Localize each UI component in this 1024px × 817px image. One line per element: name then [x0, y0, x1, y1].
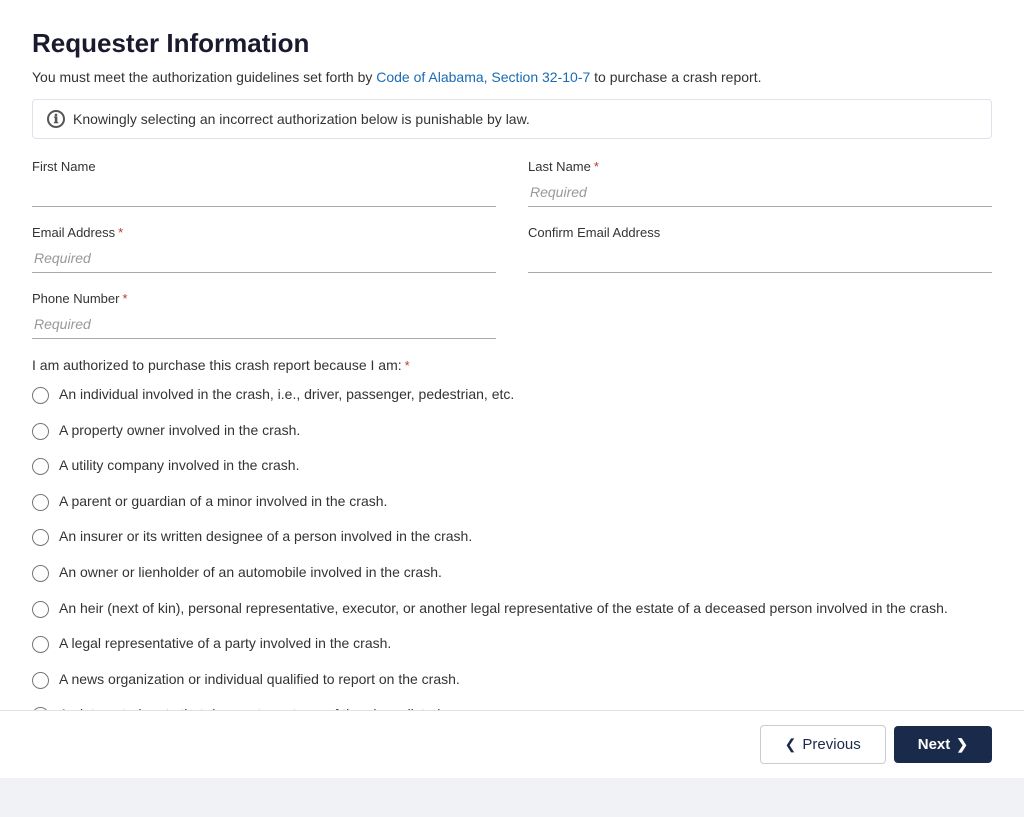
last-name-group: Last Name*	[528, 159, 992, 207]
radio-label-8: A news organization or individual qualif…	[59, 670, 460, 690]
previous-button[interactable]: ❮ Previous	[760, 725, 886, 764]
radio-input-2[interactable]	[32, 458, 49, 475]
previous-label: Previous	[802, 736, 860, 753]
intro-text: You must meet the authorization guidelin…	[32, 69, 992, 85]
radio-label-1: A property owner involved in the crash.	[59, 421, 300, 441]
radio-label-5: An owner or lienholder of an automobile …	[59, 563, 442, 583]
radio-input-0[interactable]	[32, 387, 49, 404]
email-input[interactable]	[32, 244, 496, 273]
radio-input-6[interactable]	[32, 601, 49, 618]
radio-input-5[interactable]	[32, 565, 49, 582]
first-name-group: First Name	[32, 159, 496, 207]
email-required: *	[118, 225, 123, 240]
confirm-email-group: Confirm Email Address	[528, 225, 992, 273]
authorization-radio-group: An individual involved in the crash, i.e…	[32, 385, 992, 729]
email-group: Email Address*	[32, 225, 496, 273]
radio-input-7[interactable]	[32, 636, 49, 653]
radio-input-3[interactable]	[32, 494, 49, 511]
last-name-required: *	[594, 159, 599, 174]
info-banner-text: Knowingly selecting an incorrect authori…	[73, 111, 530, 127]
radio-label-3: A parent or guardian of a minor involved…	[59, 492, 387, 512]
confirm-email-label: Confirm Email Address	[528, 225, 992, 240]
phone-required: *	[122, 291, 127, 306]
radio-label-0: An individual involved in the crash, i.e…	[59, 385, 514, 405]
radio-item[interactable]: An heir (next of kin), personal represen…	[32, 599, 992, 623]
radio-label-4: An insurer or its written designee of a …	[59, 527, 472, 547]
next-chevron-icon: ❯	[956, 736, 968, 753]
last-name-input[interactable]	[528, 178, 992, 207]
info-banner: ℹ Knowingly selecting an incorrect autho…	[32, 99, 992, 139]
next-label: Next	[918, 736, 951, 753]
radio-item[interactable]: An individual involved in the crash, i.e…	[32, 385, 992, 409]
last-name-label: Last Name*	[528, 159, 992, 174]
radio-item[interactable]: A utility company involved in the crash.	[32, 456, 992, 480]
radio-label-2: A utility company involved in the crash.	[59, 456, 299, 476]
page-title: Requester Information	[32, 28, 992, 59]
authorization-label: I am authorized to purchase this crash r…	[32, 357, 992, 373]
radio-label-7: A legal representative of a party involv…	[59, 634, 391, 654]
radio-label-6: An heir (next of kin), personal represen…	[59, 599, 948, 619]
previous-chevron-icon: ❮	[785, 736, 797, 753]
radio-item[interactable]: A legal representative of a party involv…	[32, 634, 992, 658]
alabama-code-link[interactable]: Code of Alabama, Section 32-10-7	[376, 69, 590, 85]
phone-group: Phone Number*	[32, 291, 496, 339]
next-button[interactable]: Next ❯	[894, 726, 992, 763]
radio-item[interactable]: An owner or lienholder of an automobile …	[32, 563, 992, 587]
info-icon: ℹ	[47, 110, 65, 128]
radio-item[interactable]: An insurer or its written designee of a …	[32, 527, 992, 551]
radio-input-4[interactable]	[32, 529, 49, 546]
authorization-required: *	[405, 358, 410, 373]
phone-input[interactable]	[32, 310, 496, 339]
first-name-label: First Name	[32, 159, 496, 174]
radio-item[interactable]: A news organization or individual qualif…	[32, 670, 992, 694]
first-name-input[interactable]	[32, 178, 496, 207]
radio-item[interactable]: A parent or guardian of a minor involved…	[32, 492, 992, 516]
footer-bar: ❮ Previous Next ❯	[0, 710, 1024, 778]
radio-input-1[interactable]	[32, 423, 49, 440]
confirm-email-input[interactable]	[528, 244, 992, 273]
phone-label: Phone Number*	[32, 291, 496, 306]
radio-input-8[interactable]	[32, 672, 49, 689]
radio-item[interactable]: A property owner involved in the crash.	[32, 421, 992, 445]
email-label: Email Address*	[32, 225, 496, 240]
